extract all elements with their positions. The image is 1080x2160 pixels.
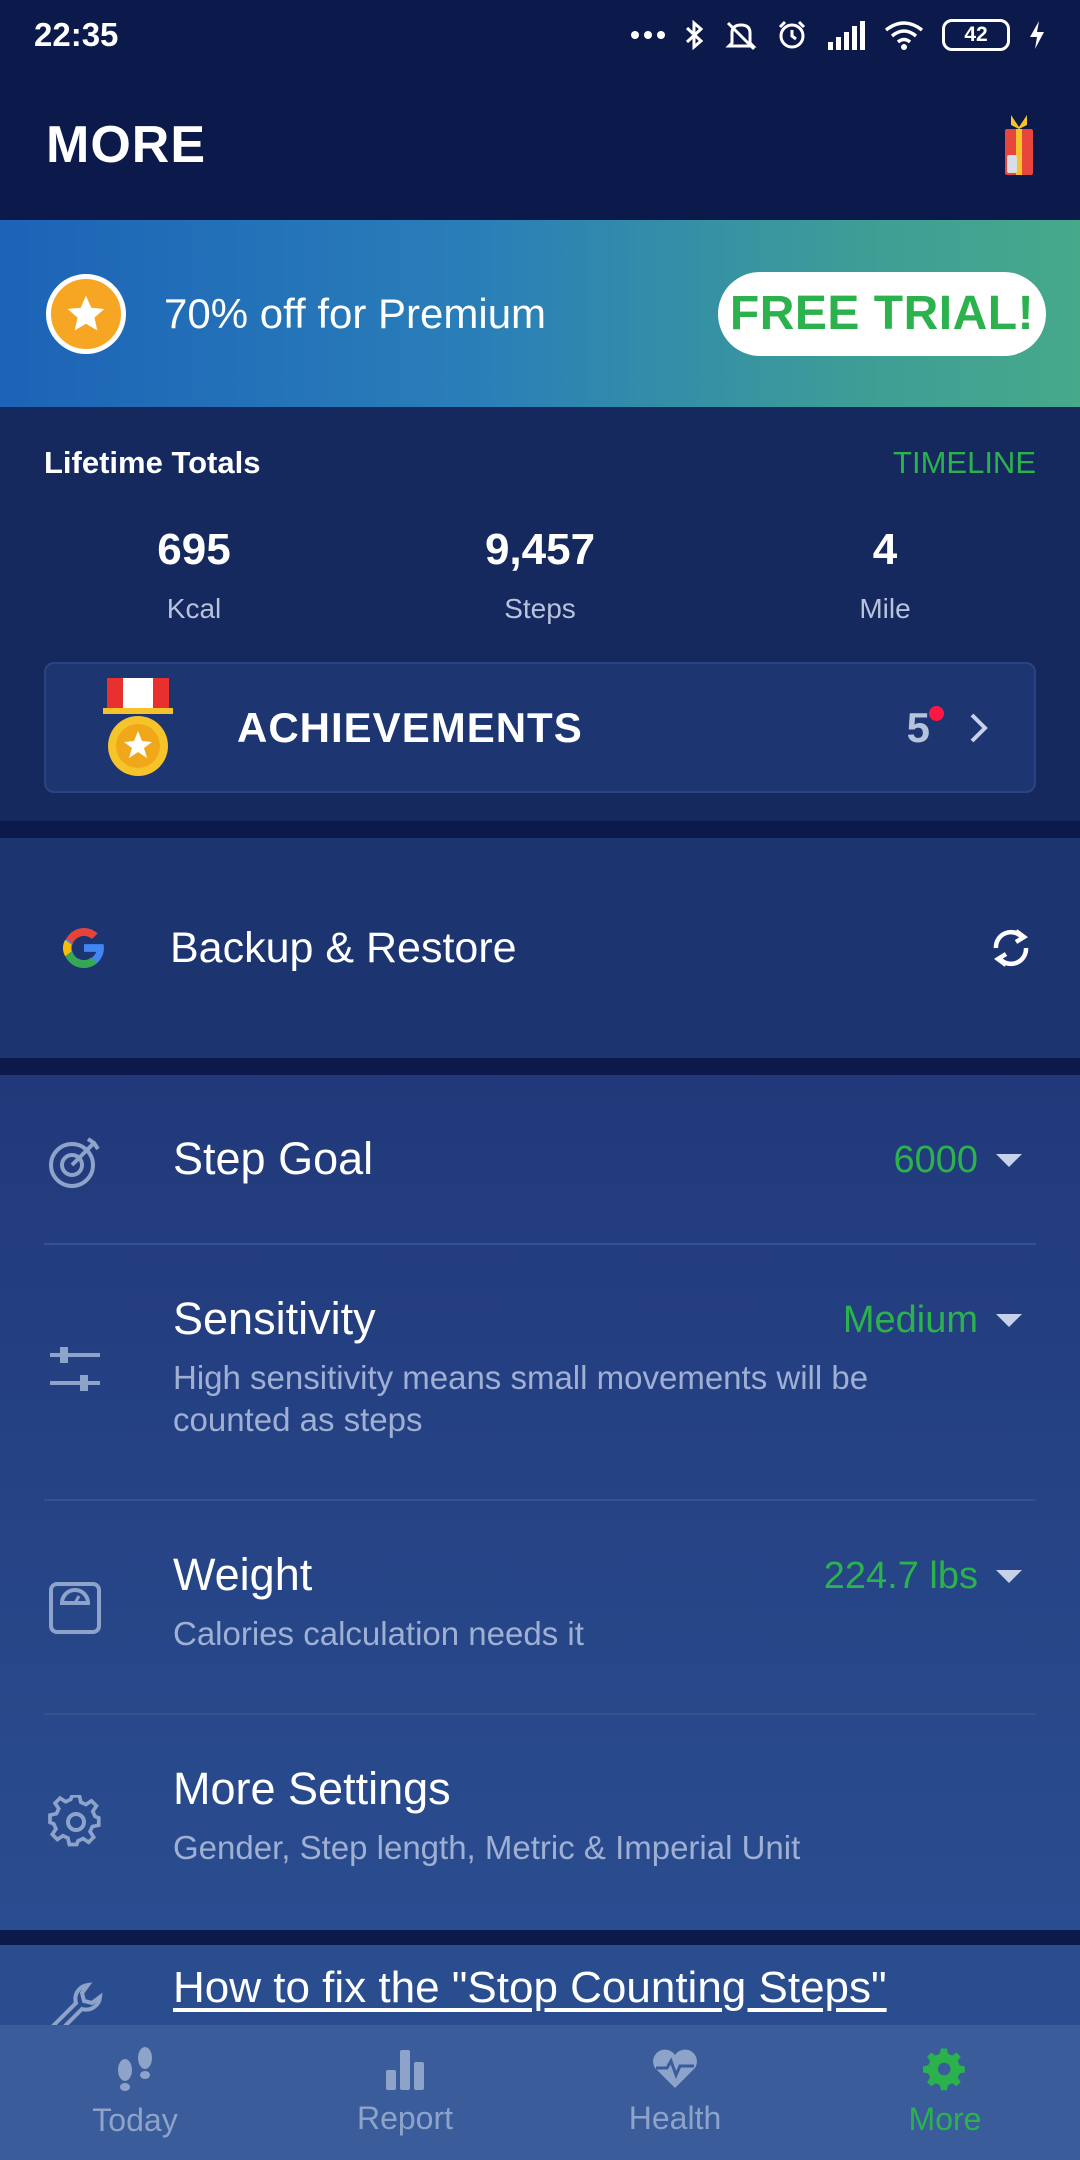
- step-goal-title: Step Goal: [173, 1133, 374, 1184]
- dropdown-caret-icon: [996, 1570, 1022, 1583]
- achievements-count-value: 5: [906, 703, 930, 751]
- status-icons: 42: [630, 19, 1046, 51]
- battery-icon: 42: [942, 19, 1010, 51]
- more-settings-title: More Settings: [173, 1763, 451, 1814]
- promo-text: 70% off for Premium: [164, 289, 547, 337]
- bluetooth-icon: [685, 19, 704, 51]
- sync-icon[interactable]: [986, 923, 1036, 973]
- chevron-right-icon: [970, 713, 988, 742]
- gift-icon[interactable]: [1002, 113, 1036, 177]
- howto-link[interactable]: How to fix the "Stop Counting Steps": [173, 1963, 887, 2013]
- sensitivity-row[interactable]: Sensitivity High sensitivity means small…: [44, 1245, 1036, 1501]
- achievements-card[interactable]: ACHIEVEMENTS 5: [44, 662, 1036, 793]
- battery-level: 42: [964, 23, 988, 46]
- footsteps-icon: [118, 2047, 152, 2091]
- weight-title: Weight: [173, 1549, 313, 1600]
- status-time: 22:35: [34, 16, 119, 53]
- bar-chart-icon: [386, 2050, 424, 2090]
- status-bar: 22:35 42: [0, 0, 1080, 70]
- weight-row[interactable]: Weight Calories calculation needs it 224…: [44, 1501, 1036, 1715]
- gear-icon: [48, 1795, 101, 1847]
- scale-icon: [49, 1582, 101, 1634]
- step-goal-value[interactable]: 6000: [893, 1139, 1022, 1182]
- backup-restore-row[interactable]: Backup & Restore: [0, 838, 1080, 1058]
- timeline-link[interactable]: TIMELINE: [893, 445, 1036, 481]
- sensitivity-value[interactable]: Medium: [843, 1299, 1022, 1342]
- gear-icon: [923, 2048, 965, 2091]
- stat-kcal: 695 Kcal: [44, 525, 344, 625]
- sensitivity-title: Sensitivity: [173, 1293, 376, 1344]
- achievements-count: 5: [906, 703, 944, 752]
- tab-label: Report: [356, 2100, 454, 2136]
- dropdown-caret-icon: [996, 1154, 1022, 1167]
- totals-header: Lifetime Totals TIMELINE: [44, 445, 1036, 481]
- stat-unit: Steps: [504, 593, 576, 624]
- charging-icon: [1030, 21, 1044, 49]
- tab-report[interactable]: Report: [270, 2025, 540, 2160]
- target-icon: [49, 1137, 100, 1188]
- tab-more[interactable]: More: [810, 2025, 1080, 2160]
- stat-value: 695: [157, 525, 231, 574]
- settings-list: Step Goal 6000 Sensitivity High sensitiv…: [0, 1075, 1080, 1930]
- lifetime-totals-section: Lifetime Totals TIMELINE 695 Kcal 9,457 …: [0, 407, 1080, 821]
- achievements-label: ACHIEVEMENTS: [237, 703, 583, 751]
- more-settings-subtitle: Gender, Step length, Metric & Imperial U…: [173, 1829, 801, 1866]
- bottom-tab-bar: Today Report Health More: [0, 2025, 1080, 2160]
- tab-label: More: [908, 2101, 982, 2137]
- signal-icon: [828, 21, 865, 50]
- step-goal-value-text: 6000: [893, 1139, 978, 1181]
- heart-pulse-icon: [653, 2049, 697, 2088]
- weight-value[interactable]: 224.7 lbs: [824, 1555, 1022, 1598]
- sliders-icon: [50, 1347, 100, 1391]
- free-trial-button[interactable]: FREE TRIAL!: [718, 271, 1046, 356]
- wrench-icon: [51, 1982, 103, 2025]
- alarm-icon: [778, 20, 806, 49]
- wifi-icon: [884, 21, 924, 50]
- tab-label: Health: [628, 2100, 722, 2136]
- weight-value-text: 224.7 lbs: [823, 1555, 978, 1597]
- sensitivity-subtitle: High sensitivity means small movements w…: [173, 1359, 869, 1438]
- page-title: MORE: [46, 116, 206, 174]
- stat-unit: Mile: [859, 593, 911, 624]
- sensitivity-value-text: Medium: [842, 1299, 978, 1341]
- stat-value: 4: [872, 525, 898, 574]
- weight-subtitle: Calories calculation needs it: [173, 1615, 584, 1652]
- dropdown-caret-icon: [996, 1314, 1022, 1327]
- totals-label: Lifetime Totals: [44, 445, 261, 480]
- more-settings-row[interactable]: More Settings Gender, Step length, Metri…: [44, 1715, 1036, 1930]
- backup-restore-label: Backup & Restore: [170, 923, 517, 972]
- tab-today[interactable]: Today: [0, 2025, 270, 2160]
- stat-mile: 4 Mile: [735, 525, 1035, 625]
- tab-health[interactable]: Health: [540, 2025, 810, 2160]
- step-goal-row[interactable]: Step Goal 6000: [44, 1075, 1036, 1245]
- notification-dot: [929, 705, 944, 721]
- medal-icon: [103, 677, 173, 776]
- stat-value: 9,457: [484, 525, 596, 574]
- premium-banner[interactable]: 70% off for Premium FREE TRIAL!: [0, 220, 1080, 407]
- stat-steps: 9,457 Steps: [390, 525, 690, 625]
- tab-label: Today: [92, 2102, 178, 2138]
- star-icon: [46, 273, 126, 354]
- more-dots-icon: [631, 31, 665, 39]
- google-icon: [62, 928, 106, 968]
- howto-row[interactable]: How to fix the "Stop Counting Steps": [0, 1945, 1080, 2025]
- bell-off-icon: [725, 21, 757, 51]
- header: MORE: [0, 70, 1080, 220]
- stat-unit: Kcal: [166, 593, 222, 624]
